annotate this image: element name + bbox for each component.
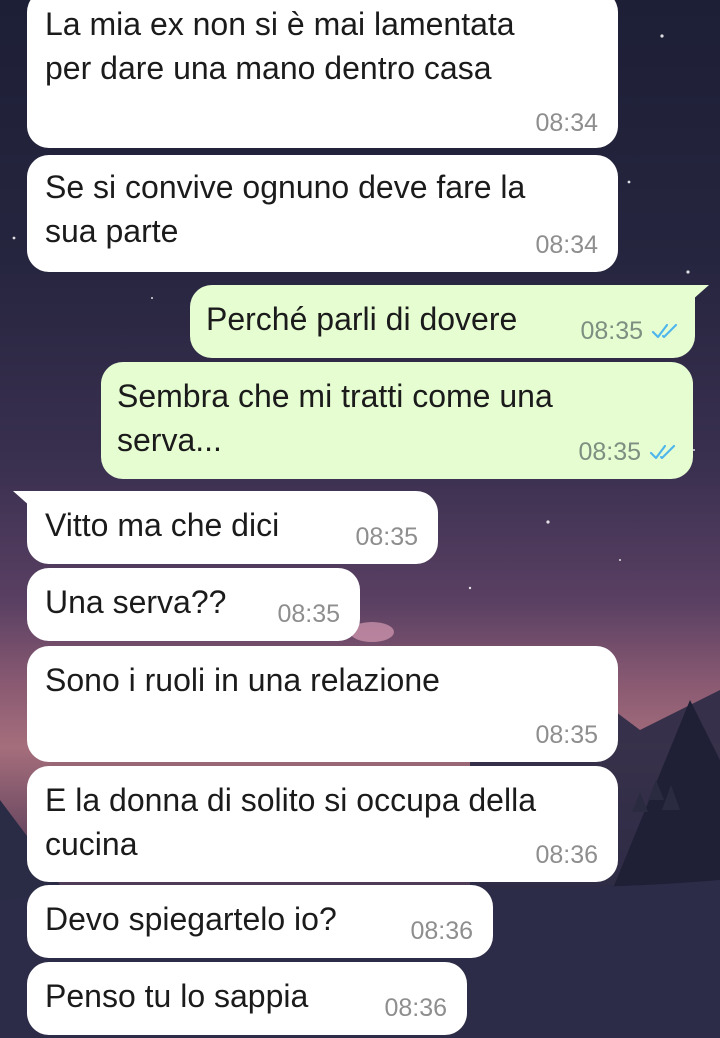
message-time: 08:35 bbox=[277, 600, 340, 628]
message-bubble-incoming[interactable]: Penso tu lo sappia 08:36 bbox=[27, 962, 467, 1035]
message-bubble-incoming[interactable]: Se si convive ognuno deve fare la sua pa… bbox=[27, 155, 618, 272]
message-time: 08:35 bbox=[580, 317, 643, 345]
message-bubble-outgoing[interactable]: Sembra che mi tratti come una serva... 0… bbox=[101, 362, 693, 479]
message-text: Devo spiegartelo io? bbox=[45, 901, 337, 937]
message-text: Se si convive ognuno deve fare la sua pa… bbox=[45, 169, 526, 249]
message-bubble-incoming[interactable]: Una serva?? 08:35 bbox=[27, 568, 360, 641]
message-time: 08:34 bbox=[535, 109, 598, 137]
message-time: 08:35 bbox=[578, 438, 641, 466]
message-time: 08:36 bbox=[410, 917, 473, 945]
message-bubble-incoming[interactable]: Devo spiegartelo io? 08:36 bbox=[27, 885, 493, 958]
message-time: 08:35 bbox=[355, 523, 418, 551]
message-bubble-incoming[interactable]: Vitto ma che dici 08:35 bbox=[13, 491, 438, 564]
message-text: Vitto ma che dici bbox=[45, 507, 280, 543]
read-double-check-icon bbox=[649, 444, 676, 460]
message-text: Una serva?? bbox=[45, 584, 227, 620]
message-text: La mia ex non si è mai lamentata per dar… bbox=[45, 6, 515, 86]
message-text: Sono i ruoli in una relazione bbox=[45, 662, 440, 698]
message-time: 08:36 bbox=[535, 841, 598, 869]
message-text: Perché parli di dovere bbox=[206, 301, 518, 337]
message-time: 08:35 bbox=[535, 721, 598, 749]
message-text: E la donna di solito si occupa della cuc… bbox=[45, 782, 536, 862]
bubble-tail bbox=[13, 491, 31, 507]
read-double-check-icon bbox=[651, 323, 678, 339]
message-bubble-outgoing[interactable]: Perché parli di dovere 08:35 bbox=[190, 285, 709, 358]
message-bubble-incoming[interactable]: E la donna di solito si occupa della cuc… bbox=[27, 766, 618, 882]
bubble-tail bbox=[691, 285, 709, 301]
message-time: 08:36 bbox=[384, 994, 447, 1022]
message-bubble-incoming[interactable]: Sono i ruoli in una relazione 08:35 bbox=[27, 646, 618, 762]
message-list[interactable]: La mia ex non si è mai lamentata per dar… bbox=[0, 0, 720, 1038]
message-bubble-incoming[interactable]: La mia ex non si è mai lamentata per dar… bbox=[27, 0, 618, 148]
message-text: Penso tu lo sappia bbox=[45, 978, 309, 1014]
message-text: Sembra che mi tratti come una serva... bbox=[117, 378, 553, 458]
message-time: 08:34 bbox=[535, 231, 598, 259]
